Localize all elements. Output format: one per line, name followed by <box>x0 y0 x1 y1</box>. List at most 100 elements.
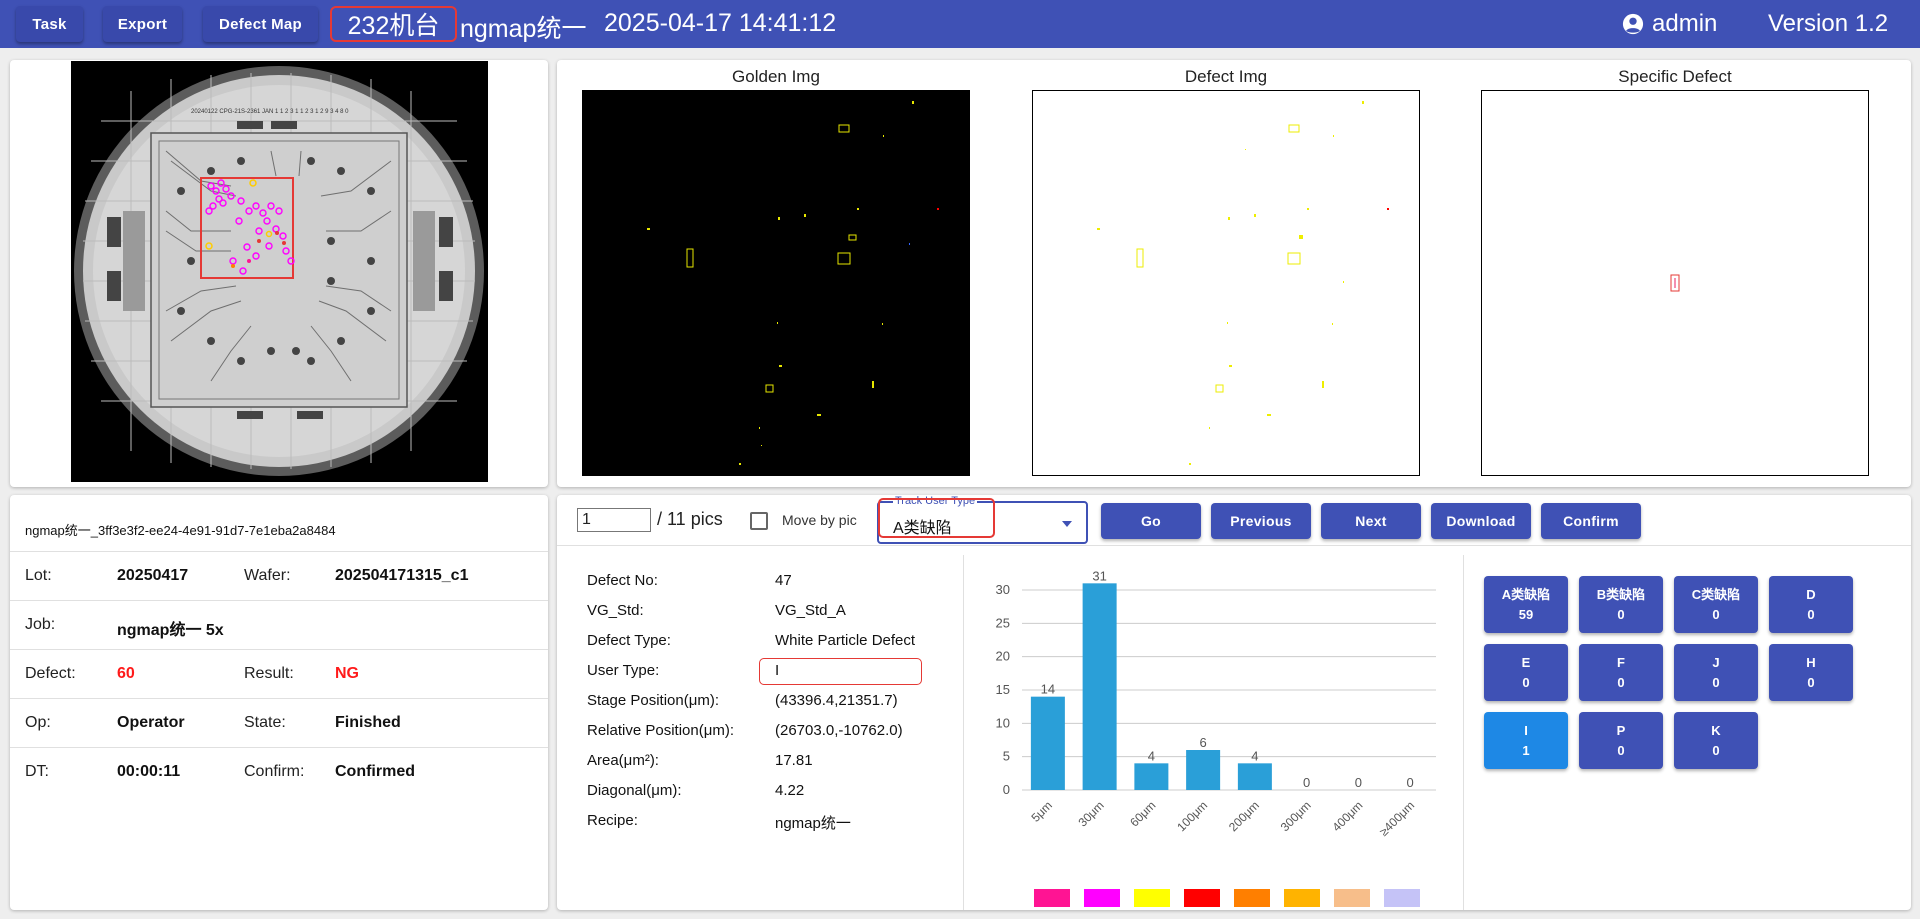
detail-label: User Type: <box>587 662 660 679</box>
wafer-map-graphic: 20240122 CPG-21S-2361 JAN 1 1 2 3 1 1 2 … <box>74 66 484 476</box>
selection-highlight <box>878 498 995 538</box>
specific-defect-image[interactable] <box>1481 90 1869 476</box>
category-button[interactable]: C类缺陷 0 <box>1674 576 1758 633</box>
golden-image[interactable] <box>582 90 970 476</box>
category-button[interactable]: H0 <box>1769 644 1853 701</box>
bar-data-label: 4 <box>1251 748 1258 763</box>
detail-value: ngmap统一 <box>775 815 851 832</box>
defect-map-button[interactable]: Defect Map <box>203 6 318 42</box>
defect-label: Defect: <box>25 665 76 682</box>
category-button[interactable]: J0 <box>1674 644 1758 701</box>
export-button[interactable]: Export <box>103 6 182 42</box>
bar-data-label: 0 <box>1355 775 1362 790</box>
specific-defect-graphic <box>1670 274 1680 292</box>
category-label: D <box>1806 586 1816 602</box>
legend-swatch <box>1334 889 1370 907</box>
chart-bar <box>1237 763 1272 790</box>
info-row-op: Op: Operator State: Finished <box>10 698 548 747</box>
category-button[interactable]: K0 <box>1674 712 1758 769</box>
result-value: NG <box>335 665 359 682</box>
detail-value: 47 <box>775 572 792 589</box>
detail-value: (26703.0,-10762.0) <box>775 722 903 739</box>
detail-value: White Particle Defect <box>775 632 916 649</box>
bar-data-label: 0 <box>1303 775 1310 790</box>
defect-image-graphic <box>1097 101 1389 465</box>
category-label: B类缺陷 <box>1596 586 1646 602</box>
x-tick-label: 300μm <box>1278 798 1314 834</box>
detail-label: Area(μm²): <box>587 752 659 769</box>
legend-swatch <box>1084 889 1120 907</box>
category-button[interactable]: P0 <box>1579 712 1663 769</box>
task-button[interactable]: Task <box>16 6 83 42</box>
category-label: F <box>1617 654 1625 670</box>
total-pics-label: / 11 pics <box>657 509 723 529</box>
golden-image-graphic <box>647 101 939 465</box>
version-label: Version 1.2 <box>1768 10 1889 37</box>
category-label: I <box>1524 722 1528 738</box>
category-label: H <box>1806 654 1816 670</box>
top-app-bar: Task Export Defect Map 232机台 ngmap统一 202… <box>0 0 1920 48</box>
legend-swatch <box>1384 889 1420 907</box>
category-label: C类缺陷 <box>1691 586 1741 602</box>
wafer-image[interactable]: 20240122 CPG-21S-2361 JAN 1 1 2 3 1 1 2 … <box>71 61 488 482</box>
category-button[interactable]: B类缺陷 0 <box>1579 576 1663 633</box>
dt-label: DT: <box>25 763 49 780</box>
category-count: 0 <box>1712 742 1720 758</box>
detail-label: Relative Position(μm): <box>587 722 735 739</box>
category-button[interactable]: E0 <box>1484 644 1568 701</box>
category-count: 0 <box>1807 674 1815 690</box>
datetime-display: 2025-04-17 14:41:12 <box>604 9 837 37</box>
info-row-defect: Defect: 60 Result: NG <box>10 649 548 698</box>
bar-data-label: 0 <box>1407 775 1414 790</box>
defect-image[interactable] <box>1032 90 1420 476</box>
category-label: K <box>1711 722 1721 738</box>
category-label: A类缺陷 <box>1501 586 1551 602</box>
info-row-dt: DT: 00:00:11 Confirm: Confirmed <box>10 747 548 796</box>
move-by-pic-label: Move by pic <box>782 512 857 528</box>
detail-label: Diagonal(μm): <box>587 782 682 799</box>
x-tick-label: ≥400μm <box>1377 798 1418 839</box>
previous-button[interactable]: Previous <box>1211 503 1311 539</box>
y-tick-label: 5 <box>1003 749 1010 764</box>
confirm-button[interactable]: Confirm <box>1541 503 1641 539</box>
move-by-pic-checkbox[interactable] <box>750 512 768 530</box>
category-count: 0 <box>1617 674 1625 690</box>
user-menu[interactable]: admin <box>1622 10 1717 38</box>
category-button[interactable]: I1 <box>1484 712 1568 769</box>
legend-swatch <box>1284 889 1320 907</box>
username: admin <box>1652 10 1718 37</box>
x-tick-label: 200μm <box>1226 798 1262 834</box>
bar-data-label: 31 <box>1092 568 1106 583</box>
wafer-value: 202504171315_c1 <box>335 567 469 584</box>
wafer-label: Wafer: <box>244 567 291 584</box>
category-button[interactable]: D0 <box>1769 576 1853 633</box>
result-label: Result: <box>244 665 294 682</box>
confirm-label: Confirm: <box>244 763 305 780</box>
op-value: Operator <box>117 714 185 731</box>
info-row-job: Job: ngmap统一 5x <box>10 600 548 649</box>
info-row-lot: Lot: 20250417 Wafer: 202504171315_c1 <box>10 551 548 600</box>
state-label: State: <box>244 714 286 731</box>
download-button[interactable]: Download <box>1431 503 1531 539</box>
confirm-value: Confirmed <box>335 763 415 780</box>
next-button[interactable]: Next <box>1321 503 1421 539</box>
category-count: 59 <box>1518 606 1534 622</box>
detail-label: VG_Std: <box>587 602 644 619</box>
divider <box>557 545 1911 546</box>
specific-defect-title: Specific Defect <box>1618 67 1732 86</box>
category-button[interactable]: A类缺陷 59 <box>1484 576 1568 633</box>
detail-label: Defect Type: <box>587 632 671 649</box>
category-button[interactable]: F0 <box>1579 644 1663 701</box>
page-number-input[interactable]: 1 <box>577 508 651 532</box>
golden-img-title: Golden Img <box>732 67 820 86</box>
bar-data-label: 6 <box>1200 735 1207 750</box>
y-tick-label: 25 <box>996 615 1010 630</box>
detail-value: VG_Std_A <box>775 602 846 619</box>
category-count: 1 <box>1522 742 1530 758</box>
defect-size-chart: 0 5 10 15 20 25 30 14 5μm 31 30μm 4 60μm 6 100μm 4 200μm… <box>996 568 1436 839</box>
category-count: 0 <box>1712 606 1720 622</box>
go-button[interactable]: Go <box>1101 503 1201 539</box>
bar-data-label: 14 <box>1041 682 1055 697</box>
chart-bar <box>1134 763 1169 790</box>
legend-swatch <box>1034 889 1070 907</box>
